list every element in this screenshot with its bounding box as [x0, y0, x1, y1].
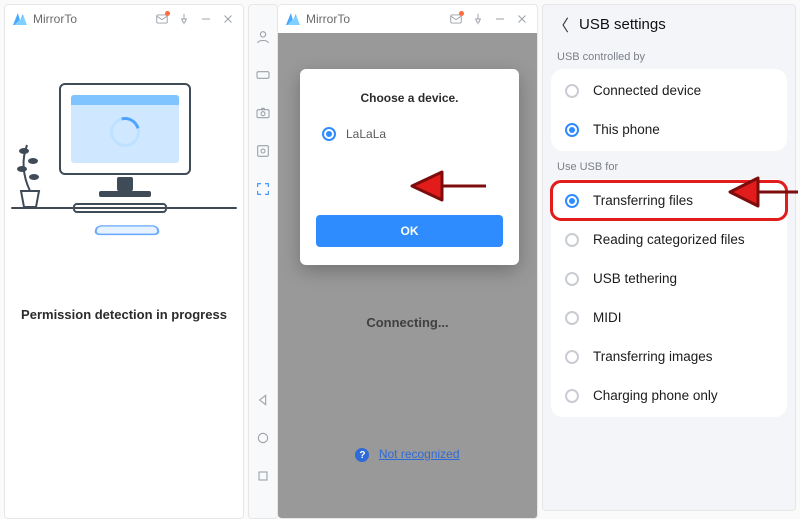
usb-option[interactable]: Transferring files [551, 181, 787, 220]
usb-option[interactable]: MIDI [551, 298, 787, 337]
status-message: Permission detection in progress [5, 307, 243, 322]
settings-header: 〈 USB settings [551, 7, 787, 41]
device-name: LaLaLa [346, 127, 386, 141]
tablet-icon [94, 225, 161, 235]
minimize-icon[interactable] [197, 10, 215, 28]
choose-device-dialog: Choose a device. LaLaLa OK [300, 69, 519, 265]
mirrorto-permission-panel: MirrorTo [4, 4, 244, 519]
section-label: USB controlled by [557, 51, 781, 63]
section-label: Use USB for [557, 161, 781, 173]
keyboard-icon[interactable] [253, 65, 273, 85]
pin-icon[interactable] [469, 10, 487, 28]
mirrorto-connecting-panel: MirrorTo Connecting... ? [248, 4, 538, 519]
device-option[interactable]: LaLaLa [316, 123, 503, 145]
plant-icon [15, 131, 45, 203]
usb-option[interactable]: Reading categorized files [551, 220, 787, 259]
ok-button[interactable]: OK [316, 215, 503, 247]
camera-icon[interactable] [253, 103, 273, 123]
usb-option[interactable]: USB tethering [551, 259, 787, 298]
not-recognized-link[interactable]: ? Not recognized [278, 447, 537, 463]
close-icon[interactable] [513, 10, 531, 28]
app-name: MirrorTo [306, 12, 350, 26]
option-label: MIDI [593, 310, 622, 325]
home-circle-icon[interactable] [253, 428, 273, 448]
dialog-title: Choose a device. [316, 91, 503, 105]
usb-option[interactable]: Transferring images [551, 337, 787, 376]
option-label: Transferring files [593, 193, 693, 208]
app-logo-icon [13, 13, 27, 25]
app-logo-icon [286, 13, 300, 25]
screenshot-icon[interactable] [253, 141, 273, 161]
usb-settings-panel: 〈 USB settings USB controlled by Connect… [542, 4, 796, 511]
radio-unselected-icon [565, 272, 579, 286]
sidebar [248, 4, 278, 519]
option-label: Connected device [593, 83, 701, 98]
use-usb-for-card: Transferring files Reading categorized fi… [551, 179, 787, 417]
back-icon[interactable]: 〈 [553, 12, 569, 36]
page-title: USB settings [579, 16, 666, 33]
option-label: This phone [593, 122, 660, 137]
option-label: Charging phone only [593, 388, 718, 403]
titlebar: MirrorTo [278, 5, 537, 33]
radio-selected-icon [565, 194, 579, 208]
usb-option[interactable]: Charging phone only [551, 376, 787, 415]
usb-option[interactable]: This phone [551, 110, 787, 149]
mail-icon[interactable] [447, 10, 465, 28]
option-label: USB tethering [593, 271, 677, 286]
titlebar: MirrorTo [5, 5, 243, 33]
app-name: MirrorTo [33, 12, 77, 26]
fullscreen-icon[interactable] [253, 179, 273, 199]
monitor-icon [59, 83, 191, 175]
radio-unselected-icon [565, 233, 579, 247]
close-icon[interactable] [219, 10, 237, 28]
radio-unselected-icon [565, 389, 579, 403]
radio-selected-icon [565, 123, 579, 137]
usb-controlled-by-card: Connected device This phone [551, 69, 787, 151]
usb-option[interactable]: Connected device [551, 71, 787, 110]
connecting-label: Connecting... [278, 315, 537, 330]
radio-unselected-icon [565, 350, 579, 364]
radio-selected-icon [322, 127, 336, 141]
option-label: Reading categorized files [593, 232, 745, 247]
radio-unselected-icon [565, 84, 579, 98]
option-label: Transferring images [593, 349, 713, 364]
pin-icon[interactable] [175, 10, 193, 28]
profile-icon[interactable] [253, 27, 273, 47]
mail-icon[interactable] [153, 10, 171, 28]
permission-illustration [5, 63, 243, 273]
help-icon: ? [355, 448, 369, 462]
back-triangle-icon[interactable] [253, 390, 273, 410]
radio-unselected-icon [565, 311, 579, 325]
minimize-icon[interactable] [491, 10, 509, 28]
recent-square-icon[interactable] [253, 466, 273, 486]
